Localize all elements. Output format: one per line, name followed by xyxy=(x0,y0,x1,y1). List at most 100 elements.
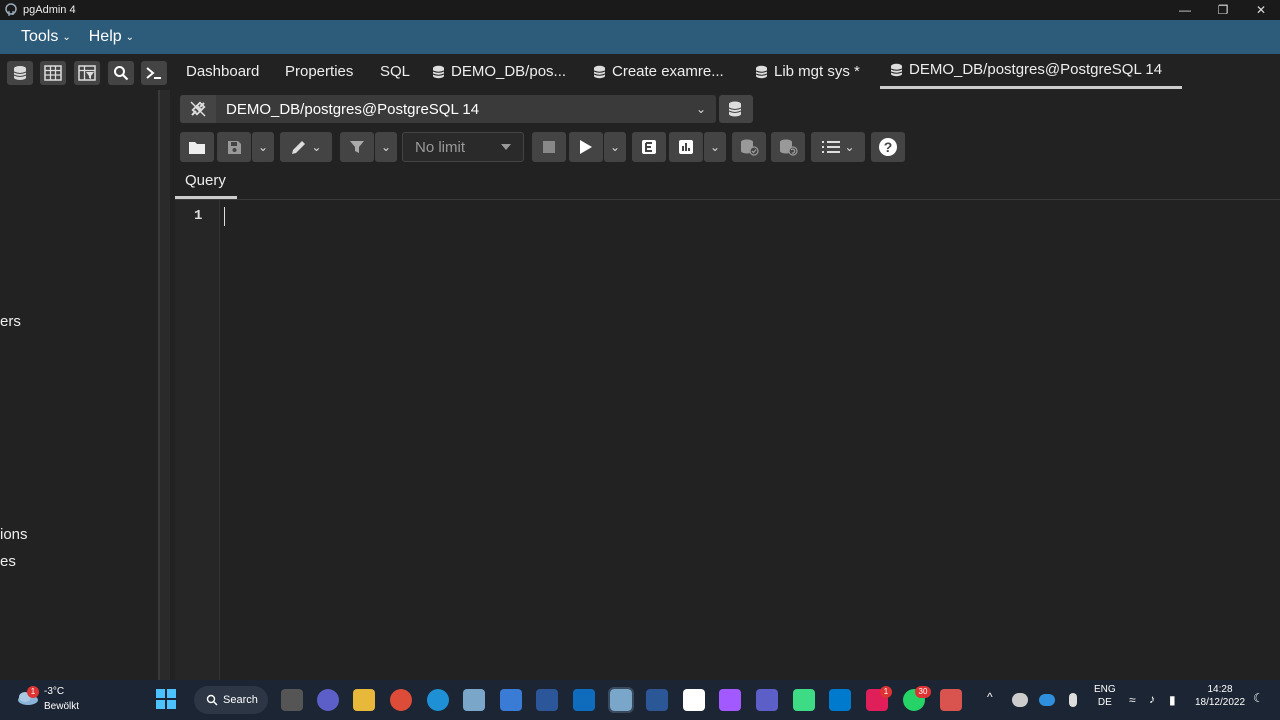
menu-tools[interactable]: Tools ⌄ xyxy=(21,28,71,46)
powershell-icon[interactable] xyxy=(646,689,668,711)
help-icon: ? xyxy=(879,138,897,156)
macros-button[interactable]: ⌄ xyxy=(811,132,865,162)
edit-menu-button[interactable]: ⌄ xyxy=(280,132,332,162)
tab-label: SQL xyxy=(380,63,411,80)
tree-item-fragment[interactable]: ers xyxy=(0,313,21,330)
pgadmin-icon xyxy=(5,3,17,16)
menu-help-label: Help xyxy=(88,28,122,45)
battery-icon[interactable]: ▮ xyxy=(1169,693,1176,707)
taskbar-search[interactable]: Search xyxy=(194,686,268,714)
tab-query-demo-db[interactable]: DEMO_DB/pos... xyxy=(432,54,566,90)
line-number-gutter xyxy=(175,200,220,680)
teams-icon[interactable] xyxy=(756,689,778,711)
tab-lib-mgt-sys[interactable]: Lib mgt sys * xyxy=(755,54,860,90)
pgadmin-taskbar-icon[interactable] xyxy=(463,689,485,711)
wifi-icon[interactable]: ≈ xyxy=(1129,693,1136,707)
chevron-down-icon: ⌄ xyxy=(709,140,721,154)
explain-analyze-button[interactable] xyxy=(669,132,703,162)
chevron-down-icon: ⌄ xyxy=(609,140,621,154)
menu-tools-label: Tools xyxy=(21,28,59,45)
rollback-button[interactable] xyxy=(771,132,805,162)
onedrive-personal-icon[interactable] xyxy=(1012,693,1028,707)
execute-button[interactable] xyxy=(569,132,603,162)
save-options-dropdown[interactable]: ⌄ xyxy=(252,132,274,162)
chevron-down-icon: ⌄ xyxy=(125,31,135,43)
tree-item-fragment[interactable]: es xyxy=(0,553,16,570)
outlook-icon[interactable] xyxy=(573,689,595,711)
connection-status-icon xyxy=(180,95,216,123)
help-button[interactable]: ? xyxy=(871,132,905,162)
tab-dashboard[interactable]: Dashboard xyxy=(186,54,259,90)
view-data-button[interactable] xyxy=(40,61,66,85)
store-icon[interactable] xyxy=(500,689,522,711)
row-limit-select[interactable]: No limit xyxy=(402,132,524,162)
filter-button[interactable] xyxy=(340,132,374,162)
pgadmin-active-icon[interactable] xyxy=(608,687,634,713)
connection-selector[interactable]: DEMO_DB/postgres@PostgreSQL 14 ⌄ xyxy=(180,95,716,123)
tab-query-editor[interactable]: Query xyxy=(175,168,237,199)
minimize-button[interactable]: — xyxy=(1166,0,1204,20)
caret-down-icon xyxy=(501,144,511,150)
tab-create-examre[interactable]: Create examre... xyxy=(593,54,724,90)
tab-label: Create examre... xyxy=(612,63,724,80)
play-icon xyxy=(580,140,592,154)
recorder-icon[interactable] xyxy=(940,689,962,711)
tab-label: Lib mgt sys * xyxy=(774,63,860,80)
windows-logo-icon xyxy=(156,689,176,709)
sourcetree-icon[interactable] xyxy=(793,689,815,711)
chevron-down-icon: ⌄ xyxy=(695,102,707,116)
weather-temp: -3°C xyxy=(44,686,65,697)
notification-icon[interactable]: ☾ xyxy=(1253,691,1264,705)
clock[interactable]: 14:28 18/12/2022 xyxy=(1194,683,1246,709)
chevron-down-icon: ⌄ xyxy=(62,31,71,43)
cancel-query-button[interactable] xyxy=(532,132,566,162)
database-icon xyxy=(432,65,445,79)
folder-icon xyxy=(189,141,205,154)
filter-options-dropdown[interactable]: ⌄ xyxy=(375,132,397,162)
sql-editor[interactable] xyxy=(221,200,1280,680)
pane-splitter[interactable] xyxy=(158,90,170,680)
new-connection-button[interactable] xyxy=(719,95,753,123)
search-label: Search xyxy=(223,694,258,706)
chevron-up-icon[interactable]: ^ xyxy=(987,690,993,704)
notion-icon[interactable] xyxy=(683,689,705,711)
commit-button[interactable] xyxy=(732,132,766,162)
tab-label: Dashboard xyxy=(186,63,260,80)
pencil-icon xyxy=(292,141,306,154)
onedrive-icon[interactable] xyxy=(1039,694,1055,706)
task-view-icon[interactable] xyxy=(281,689,303,711)
search-icon xyxy=(206,694,218,706)
object-explorer-db-button[interactable] xyxy=(7,61,33,85)
region-label: DE xyxy=(1097,697,1112,708)
tab-properties[interactable]: Properties xyxy=(285,54,353,90)
execute-options-dropdown[interactable]: ⌄ xyxy=(604,132,626,162)
language-indicator[interactable]: ENG DE xyxy=(1094,683,1116,709)
object-explorer: ers ions es xyxy=(0,90,158,680)
psql-tool-button[interactable] xyxy=(141,61,167,85)
tab-query-active[interactable]: DEMO_DB/postgres@PostgreSQL 14 xyxy=(880,54,1182,89)
search-objects-button[interactable] xyxy=(108,61,134,85)
file-explorer-icon[interactable] xyxy=(353,689,375,711)
save-file-button[interactable] xyxy=(217,132,251,162)
chrome-icon[interactable] xyxy=(390,689,412,711)
explain-icon xyxy=(642,140,656,154)
figma-icon[interactable] xyxy=(719,689,741,711)
filter-table-icon xyxy=(78,65,96,81)
tree-item-fragment[interactable]: ions xyxy=(0,526,28,543)
start-button[interactable] xyxy=(156,689,176,714)
close-button[interactable]: ✕ xyxy=(1242,0,1280,20)
volume-icon[interactable]: ♪ xyxy=(1149,692,1155,706)
menu-help[interactable]: Help ⌄ xyxy=(89,28,134,46)
restore-button[interactable]: ❐ xyxy=(1204,0,1242,20)
vscode-icon[interactable] xyxy=(829,689,851,711)
filtered-rows-button[interactable] xyxy=(74,61,100,85)
teams-chat-icon[interactable] xyxy=(317,689,339,711)
microphone-icon[interactable] xyxy=(1069,693,1077,707)
explain-options-dropdown[interactable]: ⌄ xyxy=(704,132,726,162)
edge-icon[interactable] xyxy=(427,689,449,711)
tab-sql[interactable]: SQL xyxy=(380,54,410,90)
explain-button[interactable] xyxy=(632,132,666,162)
word-icon[interactable] xyxy=(536,689,558,711)
database-rollback-icon xyxy=(780,139,798,156)
open-file-button[interactable] xyxy=(180,132,214,162)
